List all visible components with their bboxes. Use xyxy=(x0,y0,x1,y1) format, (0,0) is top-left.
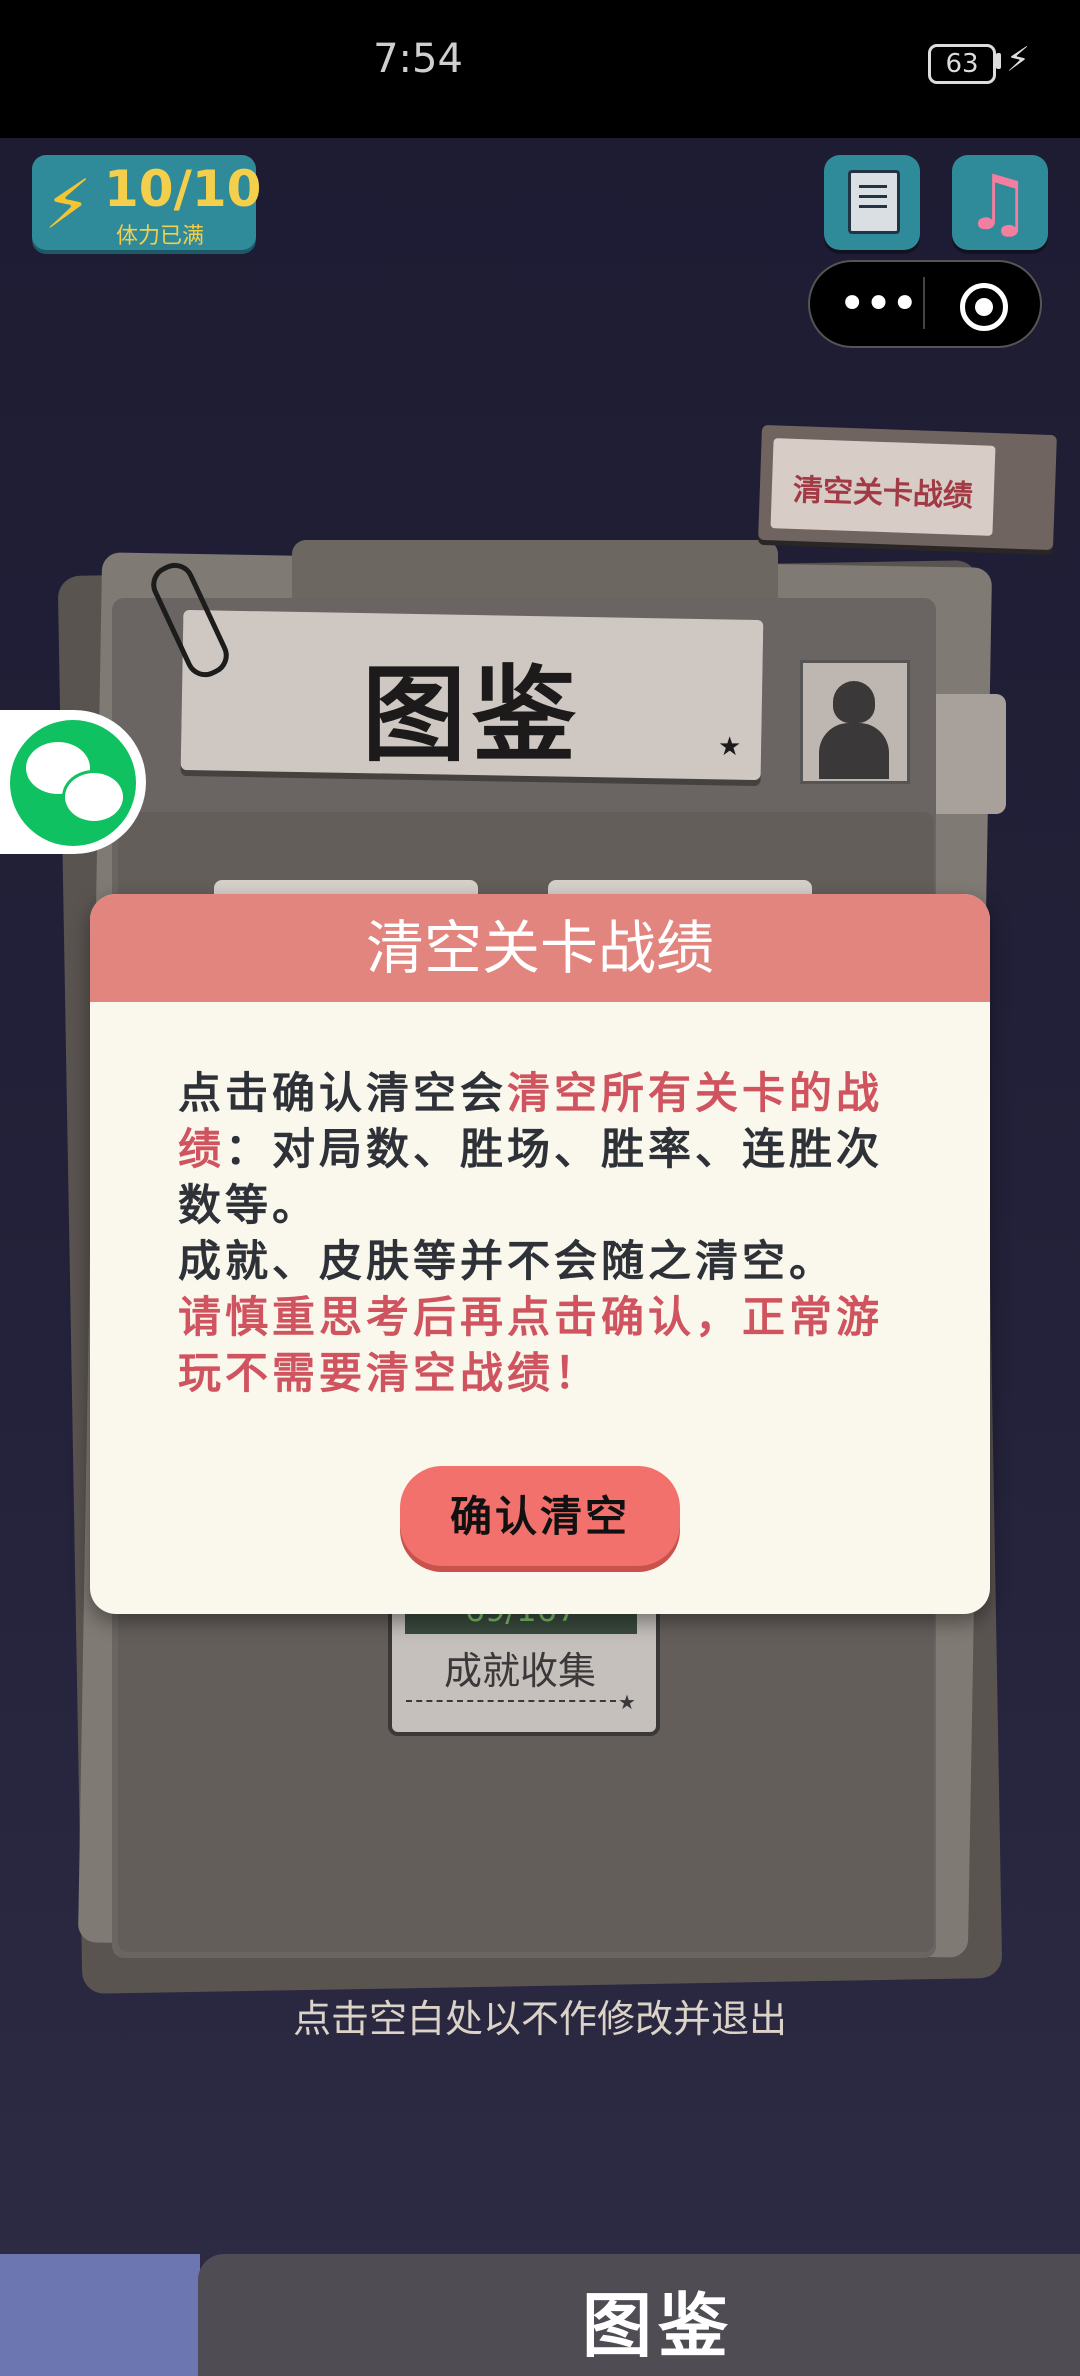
battery-level: 63 xyxy=(928,44,996,84)
notes-icon xyxy=(848,170,900,234)
folder-tab xyxy=(292,540,778,600)
detective-icon xyxy=(800,660,910,784)
lightning-icon: ⚡ xyxy=(44,166,92,245)
energy-status: 体力已满 xyxy=(116,224,205,249)
battery-tip xyxy=(996,53,1001,69)
dialog-text-4: 成就、皮肤等并不会随之清空。 xyxy=(178,1237,836,1287)
capsule-divider xyxy=(923,277,925,329)
dialog-text-1: 点击确认清空会 xyxy=(178,1069,507,1119)
confirm-reset-button[interactable]: 确认清空 xyxy=(400,1466,680,1566)
dialog-message: 点击确认清空会清空所有关卡的战绩：对局数、胜场、胜率、连胜次数等。 成就、皮肤等… xyxy=(178,1066,908,1402)
more-icon[interactable]: ••• xyxy=(838,276,919,332)
exit-hint: 点击空白处以不作修改并退出 xyxy=(292,1997,787,2041)
music-note-icon: ♫ xyxy=(964,158,1033,247)
bottom-tab-label: 图鉴 xyxy=(582,2285,734,2367)
dialog-text-3: ：对局数、胜场、胜率、连胜次数等。 xyxy=(178,1125,883,1231)
charging-icon: ⚡ xyxy=(1006,40,1030,80)
close-circle-icon[interactable] xyxy=(960,283,1008,331)
star-icon: ★ xyxy=(618,1690,636,1714)
achievement-divider xyxy=(406,1700,616,1702)
folder-side-tab xyxy=(936,694,1006,814)
energy-value: 10/10 xyxy=(104,160,262,218)
page-title: 图鉴 xyxy=(361,654,582,776)
reset-tag-label: 清空关卡战绩 xyxy=(792,472,974,515)
achievement-label: 成就收集 xyxy=(443,1649,596,1693)
dialog-text-5: 请慎重思考后再点击确认，正常游玩不需要清空战绩！ xyxy=(178,1293,883,1399)
bottom-left-panel[interactable] xyxy=(0,2254,200,2376)
status-time: 7:54 xyxy=(373,36,463,82)
dialog-title: 清空关卡战绩 xyxy=(365,914,714,982)
wechat-bubble-small xyxy=(62,770,126,824)
star-icon: ★ xyxy=(718,732,742,762)
